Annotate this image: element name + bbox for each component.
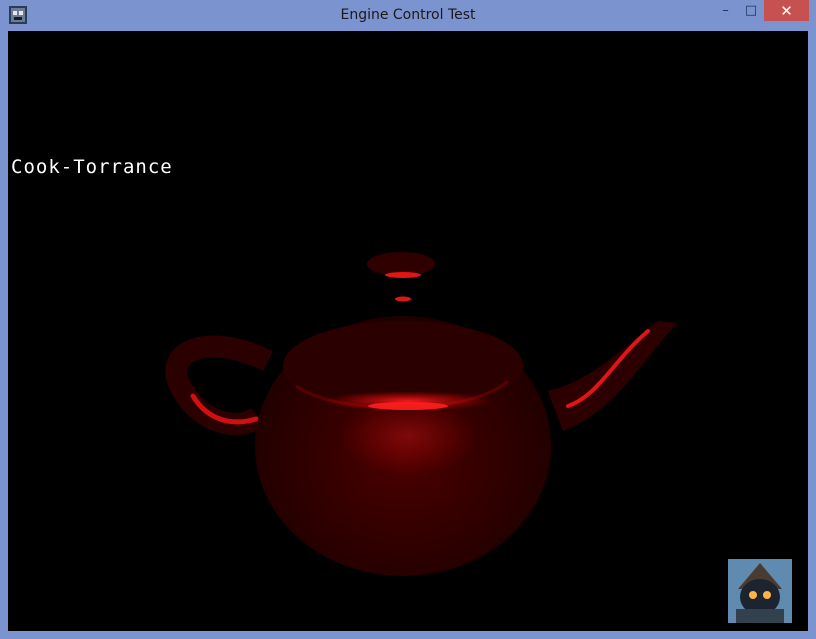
render-viewport[interactable]: Cook-Torrance [8,31,808,631]
close-icon: ✕ [780,1,793,20]
wizard-avatar-icon [728,559,792,623]
teapot-icon [165,252,678,576]
minimize-icon: – [722,3,729,18]
minimize-button[interactable]: – [712,0,739,21]
app-window: Engine Control Test – □ ✕ Cook-Torrance [0,0,816,639]
shader-label: Cook-Torrance [11,156,173,178]
window-title: Engine Control Test [340,7,476,23]
maximize-icon: □ [744,3,758,18]
maximize-button[interactable]: □ [739,0,763,21]
title-bar[interactable]: Engine Control Test – □ ✕ [0,0,816,31]
close-button[interactable]: ✕ [764,0,809,21]
